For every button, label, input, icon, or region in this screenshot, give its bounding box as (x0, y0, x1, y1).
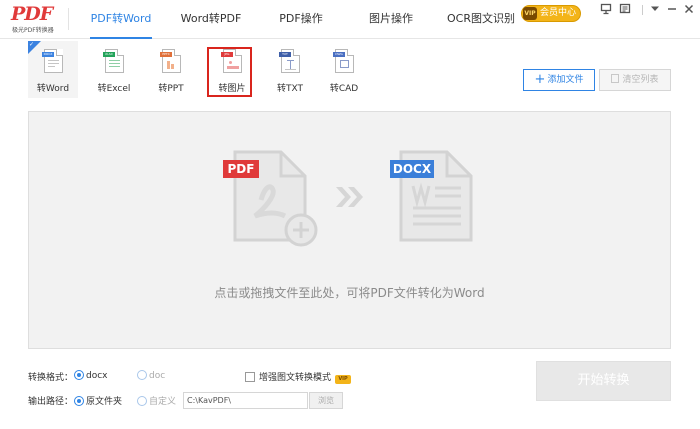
tool-to-ppt[interactable]: PPTX 转PPT (146, 41, 196, 98)
divider (68, 8, 69, 30)
tab-image-operations[interactable]: 图片操作 (346, 0, 436, 39)
plus-icon: + (534, 72, 546, 87)
pdf-tag-text: PDF (228, 162, 255, 176)
output-path-input[interactable]: C:\KavPDF\ (183, 392, 308, 409)
vip-center-button[interactable]: VIP 会员中心 (521, 5, 581, 22)
txt-file-icon: TXT (279, 49, 300, 73)
enhance-mode-checkbox[interactable]: 增强图文转换模式 VIP (245, 370, 352, 384)
tool-label: 转TXT (276, 84, 303, 94)
radio-icon (74, 396, 84, 406)
conversion-illustration: PDF DOCX (223, 150, 473, 247)
output-custom-radio[interactable]: 自定义 (137, 394, 176, 407)
logo-subtitle: 极光PDF转换器 (12, 27, 54, 34)
minimize-icon[interactable] (665, 3, 679, 17)
radio-icon (137, 370, 147, 380)
message-icon[interactable] (618, 3, 632, 17)
format-label: 转换格式： (28, 373, 74, 383)
radio-icon (74, 370, 84, 380)
add-file-button[interactable]: + 添加文件 (523, 69, 595, 91)
radio-icon (137, 396, 147, 406)
file-drop-zone[interactable]: PDF DOCX 点击或拖拽文件至此处，可将PDF文件转化为Word (28, 111, 671, 349)
close-icon[interactable] (682, 3, 696, 17)
tab-ocr[interactable]: OCR图文识别 (436, 0, 526, 39)
trash-icon (611, 74, 620, 83)
tab-word-to-pdf[interactable]: Word转PDF (166, 0, 256, 39)
clear-list-button[interactable]: 清空列表 (599, 69, 671, 91)
check-icon: ✓ (29, 41, 35, 48)
pptx-file-icon: PPTX (160, 49, 181, 73)
tool-to-word[interactable]: ✓ DOCX 转Word (28, 41, 78, 98)
tool-to-cad[interactable]: DWG 转CAD (319, 41, 369, 98)
screen-icon[interactable] (599, 3, 613, 17)
tool-label: 转PPT (158, 84, 184, 94)
top-bar: PDF 极光PDF转换器 PDF转Word Word转PDF PDF操作 图片操… (0, 0, 700, 39)
tool-label: 转Word (36, 84, 70, 94)
vip-icon: VIP (523, 7, 537, 20)
dwg-file-icon: DWG (333, 49, 354, 73)
highlight-box (207, 47, 252, 97)
divider (642, 5, 643, 15)
app-logo: PDF 极光PDF转换器 (11, 3, 65, 35)
output-label: 输出路径： (28, 397, 74, 407)
tool-label: 转CAD (329, 84, 359, 94)
vip-icon: VIP (335, 375, 352, 384)
tab-pdf-to-word[interactable]: PDF转Word (76, 0, 166, 39)
format-doc-radio[interactable]: doc (137, 370, 165, 381)
checkbox-icon (245, 372, 255, 382)
tool-label: 转Excel (97, 84, 131, 94)
browse-button[interactable]: 浏览 (309, 392, 343, 409)
docx-tag-text: DOCX (393, 162, 432, 176)
arrow-icon (336, 187, 363, 207)
xlsx-file-icon: XLSX (103, 49, 124, 73)
dropdown-icon[interactable] (648, 3, 662, 17)
tool-to-excel[interactable]: XLSX 转Excel (89, 41, 139, 98)
tab-pdf-operations[interactable]: PDF操作 (256, 0, 346, 39)
output-source-radio[interactable]: 原文件夹 (74, 394, 122, 407)
drop-hint: 点击或拖拽文件至此处，可将PDF文件转化为Word (214, 286, 485, 300)
docx-file-icon: DOCX (42, 49, 63, 73)
format-docx-radio[interactable]: docx (74, 370, 108, 381)
vip-center-label: 会员中心 (540, 8, 577, 18)
tool-to-txt[interactable]: TXT 转TXT (265, 41, 315, 98)
logo-text: PDF (11, 3, 53, 25)
start-convert-button[interactable]: 开始转换 (536, 361, 671, 401)
